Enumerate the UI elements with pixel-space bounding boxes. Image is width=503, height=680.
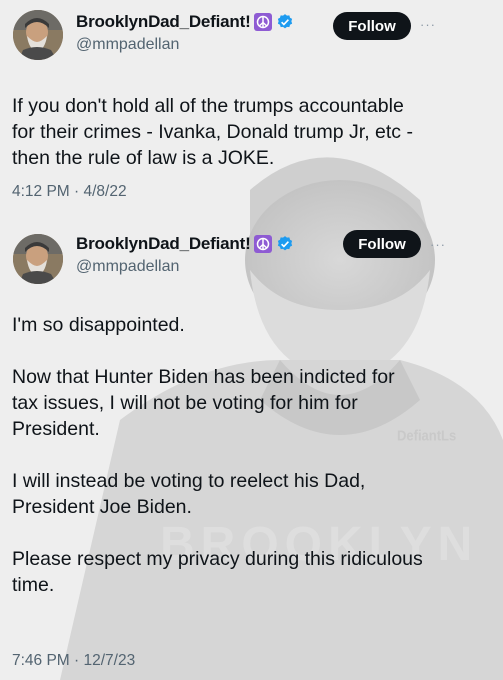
display-name[interactable]: BrooklynDad_Defiant! — [76, 234, 251, 254]
watermark: DefiantLs — [397, 427, 457, 444]
timestamp[interactable]: 4:12 PM · 4/8/22 — [12, 183, 127, 201]
handle[interactable]: @mmpadellan — [76, 36, 179, 54]
tweet-text: If you don't hold all of the trumps acco… — [12, 93, 492, 171]
tweet-text: I'm so disappointed. Now that Hunter Bid… — [12, 312, 492, 624]
tweet-paragraph: I will instead be voting to reelect his … — [12, 470, 366, 518]
avatar[interactable] — [13, 234, 63, 284]
tweet-paragraph: Please respect my privacy during this ri… — [12, 548, 423, 596]
peace-symbol-icon — [253, 13, 272, 31]
follow-button[interactable]: Follow — [333, 12, 411, 40]
name-row: BrooklynDad_Defiant! — [76, 12, 294, 32]
more-dots-icon[interactable]: ··· — [430, 237, 446, 252]
tweet-paragraph: I'm so disappointed. — [12, 314, 185, 336]
timestamp[interactable]: 7:46 PM · 12/7/23 — [12, 652, 135, 670]
handle[interactable]: @mmpadellan — [76, 258, 179, 276]
avatar[interactable] — [13, 10, 63, 60]
more-dots-icon[interactable]: ··· — [420, 17, 436, 32]
tweet-paragraph: If you don't hold all of the trumps acco… — [12, 95, 413, 169]
peace-symbol-icon — [253, 235, 272, 253]
display-name[interactable]: BrooklynDad_Defiant! — [76, 12, 251, 32]
verified-badge-icon — [276, 13, 294, 31]
verified-badge-icon — [276, 235, 294, 253]
follow-button[interactable]: Follow — [343, 230, 421, 258]
name-row: BrooklynDad_Defiant! — [76, 234, 294, 254]
